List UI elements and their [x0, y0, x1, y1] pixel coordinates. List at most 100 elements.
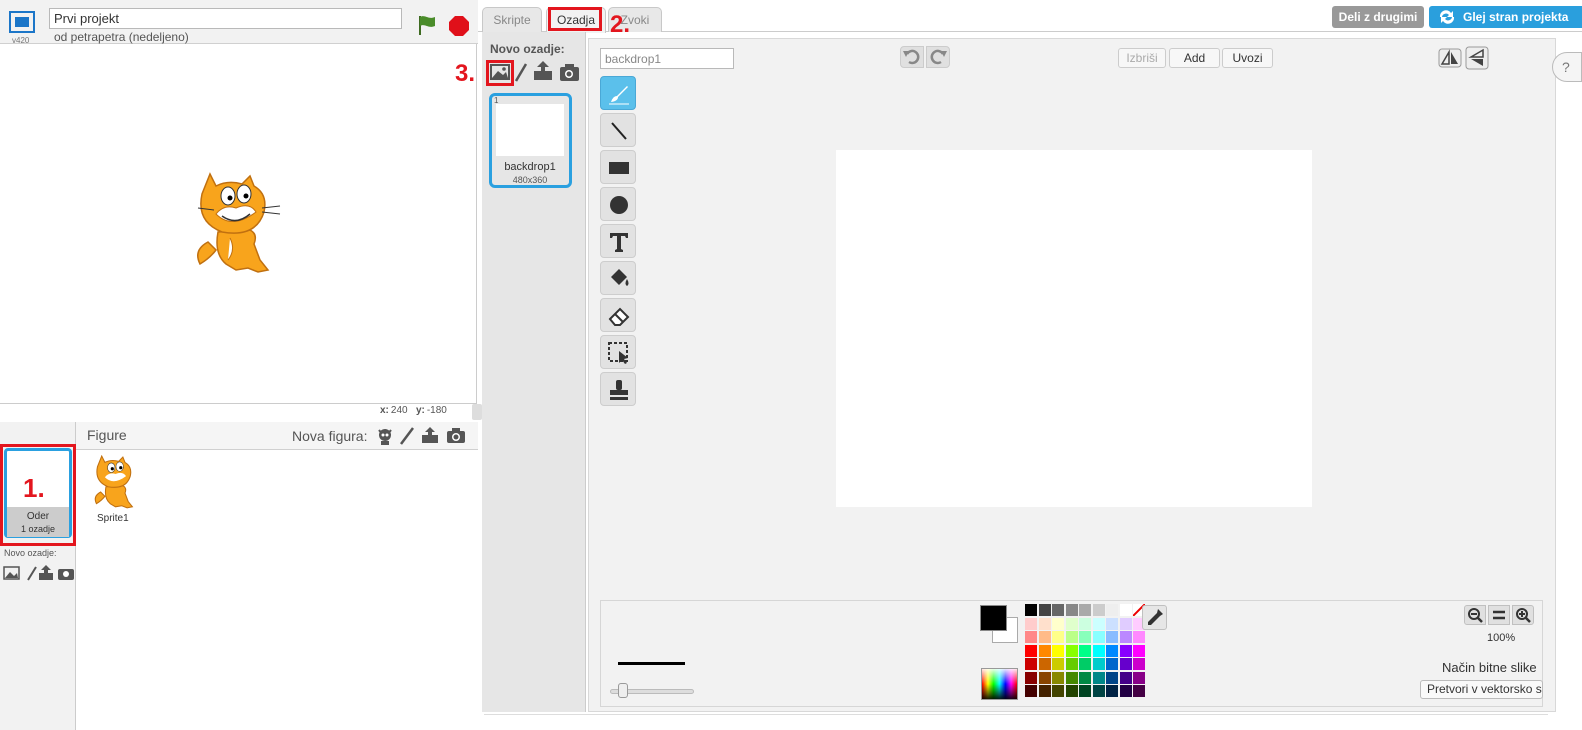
color-swatch[interactable]	[1119, 658, 1132, 670]
clear-button[interactable]: Izbriši	[1118, 48, 1166, 68]
color-swatch[interactable]	[1092, 631, 1105, 643]
stop-icon[interactable]	[448, 15, 470, 37]
eraser-tool[interactable]	[600, 298, 636, 332]
color-swatch[interactable]	[1065, 631, 1078, 643]
color-swatch[interactable]	[1133, 631, 1145, 643]
color-swatch[interactable]	[1079, 644, 1091, 657]
cat-sprite[interactable]	[188, 172, 286, 276]
color-swatch[interactable]	[1079, 617, 1091, 630]
color-swatch[interactable]	[1119, 685, 1132, 697]
color-swatch[interactable]	[1025, 685, 1037, 697]
color-swatch[interactable]	[1119, 631, 1132, 643]
color-picker[interactable]	[981, 668, 1018, 700]
primary-color-swatch[interactable]	[980, 605, 1007, 631]
drawing-canvas[interactable]	[836, 150, 1312, 507]
color-swatch[interactable]	[1038, 604, 1051, 616]
color-swatch[interactable]	[1065, 658, 1078, 670]
line-tool[interactable]	[600, 113, 636, 147]
upload-sprite-icon[interactable]	[420, 425, 440, 448]
color-swatch[interactable]	[1025, 671, 1037, 684]
color-swatch[interactable]	[1052, 671, 1064, 684]
color-swatch[interactable]	[1119, 671, 1132, 684]
color-swatch[interactable]	[1106, 631, 1118, 643]
stamp-tool[interactable]	[600, 372, 636, 406]
color-swatch[interactable]	[1092, 671, 1105, 684]
color-swatch[interactable]	[1106, 644, 1118, 657]
flip-vertical-icon[interactable]	[1465, 46, 1489, 70]
color-swatch[interactable]	[1025, 604, 1037, 616]
color-swatch[interactable]	[1133, 671, 1145, 684]
color-swatch[interactable]	[1119, 617, 1132, 630]
color-swatch[interactable]	[1079, 631, 1091, 643]
redo-icon[interactable]	[926, 46, 950, 68]
camera-backdrop-icon[interactable]	[558, 60, 580, 84]
costume-name-input[interactable]	[600, 48, 734, 69]
share-button[interactable]: Deli z drugimi	[1332, 6, 1424, 28]
color-swatch[interactable]	[1092, 685, 1105, 697]
paint-sprite-icon[interactable]	[398, 426, 416, 449]
rectangle-tool[interactable]	[600, 150, 636, 184]
brush-tool[interactable]	[600, 76, 636, 110]
color-swatch[interactable]	[1079, 658, 1091, 670]
color-swatch[interactable]	[1092, 617, 1105, 630]
color-swatch[interactable]	[1106, 658, 1118, 670]
sprite-library-icon[interactable]	[375, 426, 395, 449]
color-swatch[interactable]	[1106, 685, 1118, 697]
color-swatch[interactable]	[1052, 631, 1064, 643]
flip-horizontal-icon[interactable]	[1438, 46, 1462, 70]
eyedropper-icon[interactable]	[1142, 605, 1167, 630]
add-button[interactable]: Add	[1169, 48, 1220, 68]
color-swatch[interactable]	[1079, 604, 1091, 616]
color-swatch[interactable]	[1025, 644, 1037, 657]
color-swatch[interactable]	[1106, 671, 1118, 684]
color-swatch[interactable]	[1025, 658, 1037, 670]
color-swatch[interactable]	[1079, 671, 1091, 684]
color-swatch[interactable]	[1038, 658, 1051, 670]
zoom-in-icon[interactable]	[1512, 605, 1534, 625]
color-swatch[interactable]	[1038, 671, 1051, 684]
green-flag-icon[interactable]	[416, 14, 438, 36]
color-swatch[interactable]	[1052, 604, 1064, 616]
color-swatch[interactable]	[1065, 685, 1078, 697]
fill-bucket-tool[interactable]	[600, 261, 636, 295]
project-title-input[interactable]	[49, 8, 402, 29]
color-swatch[interactable]	[1052, 685, 1064, 697]
import-button[interactable]: Uvozi	[1222, 48, 1273, 68]
color-swatch[interactable]	[1133, 644, 1145, 657]
color-swatch[interactable]	[1092, 644, 1105, 657]
collapse-stage-arrow-icon[interactable]	[472, 404, 482, 420]
zoom-out-icon[interactable]	[1464, 605, 1486, 625]
color-swatch[interactable]	[1038, 631, 1051, 643]
color-swatch[interactable]	[1092, 604, 1105, 616]
see-project-page-button[interactable]: Glej stran projekta	[1429, 6, 1582, 28]
color-swatch[interactable]	[1038, 617, 1051, 630]
color-swatch[interactable]	[1065, 644, 1078, 657]
color-swatch[interactable]	[1025, 631, 1037, 643]
color-swatch[interactable]	[1052, 658, 1064, 670]
undo-icon[interactable]	[900, 46, 924, 68]
color-swatch[interactable]	[1092, 658, 1105, 670]
paint-backdrop-icon[interactable]	[514, 60, 536, 84]
color-swatch[interactable]	[1133, 685, 1145, 697]
color-swatch[interactable]	[1106, 617, 1118, 630]
color-swatch[interactable]	[1065, 604, 1078, 616]
help-icon[interactable]: ?	[1552, 52, 1582, 82]
color-swatch[interactable]	[1038, 685, 1051, 697]
camera-sprite-icon[interactable]	[446, 426, 466, 447]
zoom-reset-icon[interactable]	[1488, 605, 1510, 625]
color-swatch[interactable]	[1038, 644, 1051, 657]
convert-to-vector-button[interactable]: Pretvori v vektorsko sliko	[1420, 680, 1543, 699]
color-swatch[interactable]	[1052, 617, 1064, 630]
color-swatch[interactable]	[1119, 644, 1132, 657]
upload-backdrop-icon[interactable]	[534, 60, 556, 84]
text-tool[interactable]	[600, 224, 636, 258]
color-swatch[interactable]	[1065, 671, 1078, 684]
fullscreen-icon[interactable]	[9, 11, 35, 33]
select-tool[interactable]	[600, 335, 636, 369]
color-swatch[interactable]	[1052, 644, 1064, 657]
tab-scripts[interactable]: Skripte	[482, 7, 542, 32]
color-swatch[interactable]	[1106, 604, 1118, 616]
color-swatch[interactable]	[1133, 658, 1145, 670]
color-swatch[interactable]	[1079, 685, 1091, 697]
color-swatch[interactable]	[1119, 604, 1132, 616]
